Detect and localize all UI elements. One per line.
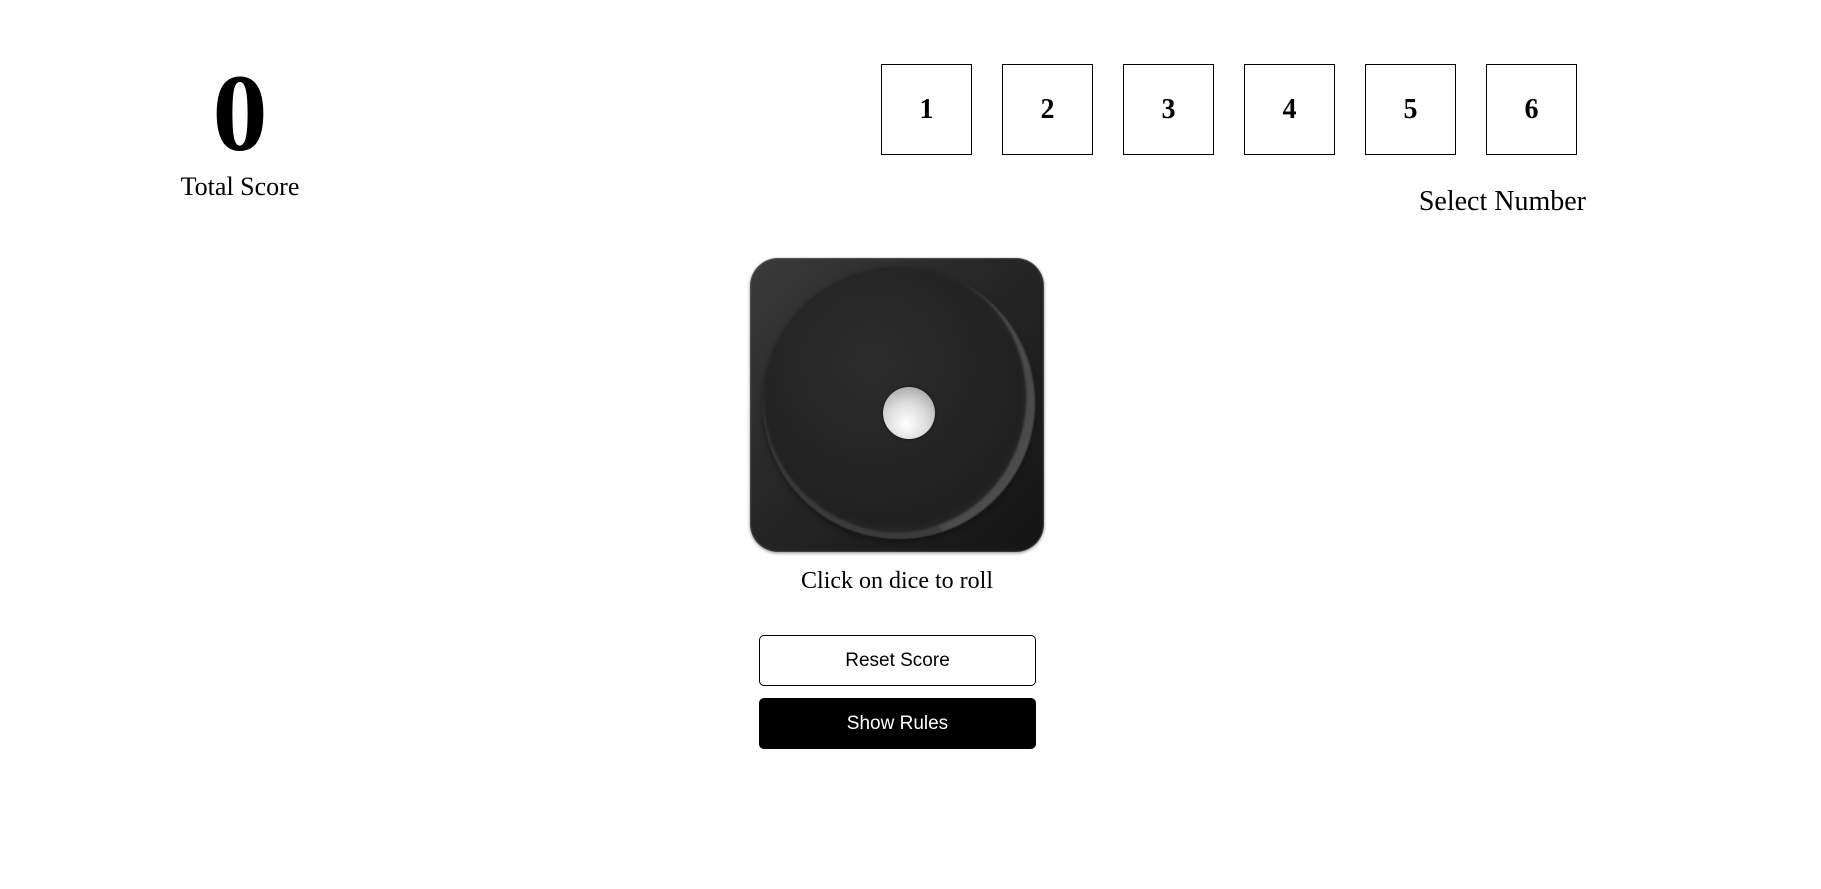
select-number-label: Select Number	[1418, 186, 1586, 217]
total-score-value: 0	[212, 52, 268, 174]
dice-one-icon	[750, 258, 1044, 552]
number-option-6[interactable]: 6	[1486, 64, 1577, 155]
dice-pip	[883, 387, 935, 439]
number-option-2[interactable]: 2	[1002, 64, 1093, 155]
show-rules-button[interactable]: Show Rules	[759, 698, 1036, 749]
reset-score-button[interactable]: Reset Score	[759, 635, 1036, 686]
total-score-panel: 0 Total Score	[180, 58, 300, 202]
dice-button[interactable]	[750, 258, 1044, 552]
number-option-5[interactable]: 5	[1365, 64, 1456, 155]
number-selector: 1 2 3 4 5 6	[881, 64, 1577, 155]
total-score-label: Total Score	[180, 172, 300, 201]
number-option-1[interactable]: 1	[881, 64, 972, 155]
dice-face	[750, 258, 1044, 552]
dice-game-page: 0 Total Score 1 2 3 4 5 6 Select Number …	[0, 0, 1821, 889]
number-option-3[interactable]: 3	[1123, 64, 1214, 155]
number-option-4[interactable]: 4	[1244, 64, 1335, 155]
roll-hint-text: Click on dice to roll	[801, 568, 993, 594]
